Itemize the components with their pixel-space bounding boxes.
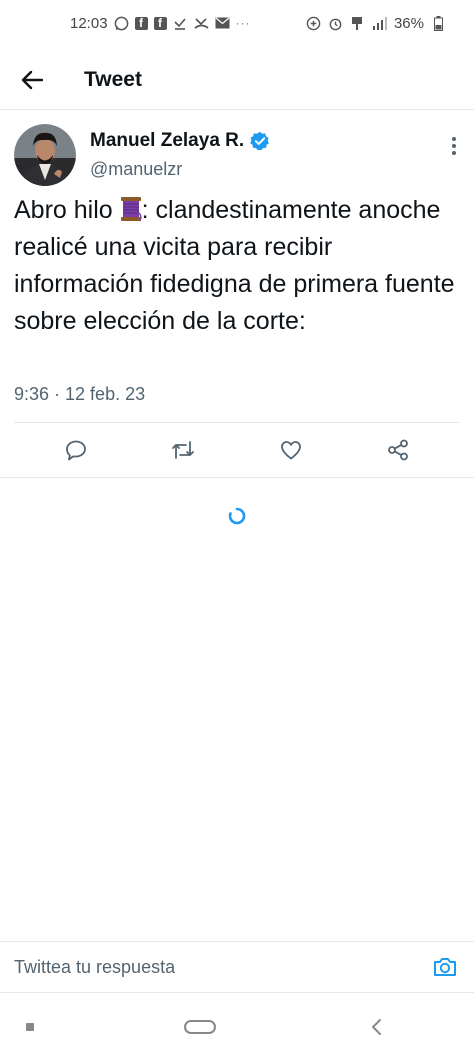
back-button[interactable] [2,50,62,110]
divider [0,477,474,478]
whatsapp-icon [114,16,129,31]
share-icon [388,439,409,461]
like-button[interactable] [271,430,311,470]
vpn-key-icon [350,16,365,31]
tweet-text-start: Abro hilo [14,196,120,224]
tweet-timestamp[interactable]: 9:36 · 12 feb. 23 [14,384,145,405]
status-bar-right: 36% [306,15,446,32]
avatar[interactable] [14,124,76,186]
system-back-button[interactable] [366,1017,386,1037]
retweet-icon [172,441,195,459]
facebook-icon: f [153,16,167,30]
data-saver-icon [306,16,321,31]
mail-icon [215,16,230,31]
battery-icon [431,15,446,31]
status-time: 12:03 [70,14,108,32]
more-options-button[interactable] [444,132,464,160]
signal-icon [372,16,387,31]
alarm-icon [328,16,343,31]
chevron-left-icon [372,1018,381,1035]
reply-input[interactable] [14,956,430,978]
status-bar: 12:03 f f ··· 36% [0,0,474,46]
home-button[interactable] [184,1019,216,1034]
reply-button[interactable] [56,430,96,470]
author-name[interactable]: Manuel Zelaya R. [90,130,244,152]
more-vertical-icon [452,137,456,155]
thread-emoji-icon [120,197,142,222]
author-name-row: Manuel Zelaya R. [90,130,270,152]
reply-composer [0,941,474,993]
tweet-header: Tweet [0,50,474,110]
battery-percentage: 36% [393,14,424,32]
retweet-button[interactable] [163,430,203,470]
download-check-icon [173,16,188,31]
camera-icon [434,958,456,976]
more-dots-icon: ··· [235,16,251,30]
author-info: Manuel Zelaya R. @manuelzr [90,130,270,180]
system-navigation-bar [0,1000,474,1053]
page-title: Tweet [84,67,142,91]
recent-apps-button[interactable] [26,1022,34,1031]
missed-call-icon [193,16,209,31]
share-button[interactable] [378,430,418,470]
camera-button[interactable] [430,952,460,982]
author-handle[interactable]: @manuelzr [90,159,270,180]
reply-icon [65,440,86,461]
tweet-author: Manuel Zelaya R. @manuelzr [14,124,464,190]
heart-icon [280,441,301,460]
arrow-left-icon [21,70,43,89]
tweet-text: Abro hilo : clandestinamente anoche real… [14,192,460,340]
status-bar-left: 12:03 f f ··· [70,15,251,32]
loading-spinner-icon [228,507,246,525]
tweet-actions [14,423,460,477]
verified-badge-icon [250,131,270,151]
facebook-icon: f [134,16,148,30]
